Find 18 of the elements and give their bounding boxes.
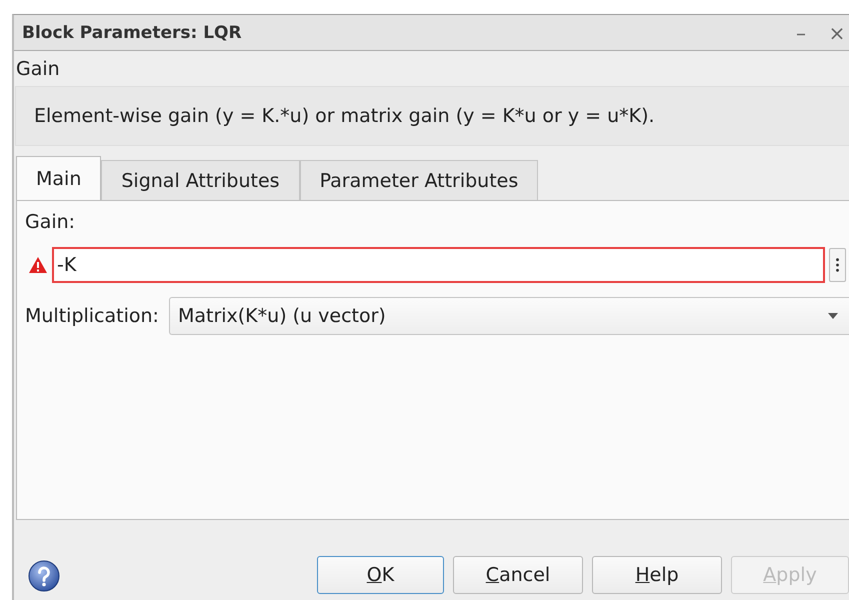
help-icon[interactable] xyxy=(28,560,60,592)
tab[interactable]: Signal Attributes xyxy=(101,160,300,200)
caret-icon xyxy=(827,312,839,320)
block-type-label: Gain xyxy=(15,57,61,80)
minimize-button[interactable]: – xyxy=(789,20,813,44)
window-title: Block Parameters: LQR xyxy=(22,22,243,42)
multiplication-dropdown[interactable]: Matrix(K*u) (u vector) xyxy=(168,297,849,335)
tab[interactable]: Parameter Attributes xyxy=(300,160,538,200)
gain-input-field[interactable]: -K xyxy=(52,247,825,283)
more-options-button[interactable] xyxy=(829,248,846,282)
help-button[interactable]: Help xyxy=(592,556,722,594)
close-button[interactable]: × xyxy=(825,20,849,44)
description-text: Element-wise gain (y = K.*u) or matrix gain (y = K*u or y = u*K). xyxy=(15,86,849,146)
gain-label: Gain: xyxy=(25,211,76,233)
ok-button[interactable]: OK xyxy=(317,556,444,594)
multiplication-label: Multiplication: xyxy=(25,305,159,327)
cancel-button[interactable]: Cancel xyxy=(453,556,583,594)
tab[interactable]: Main xyxy=(16,156,102,200)
